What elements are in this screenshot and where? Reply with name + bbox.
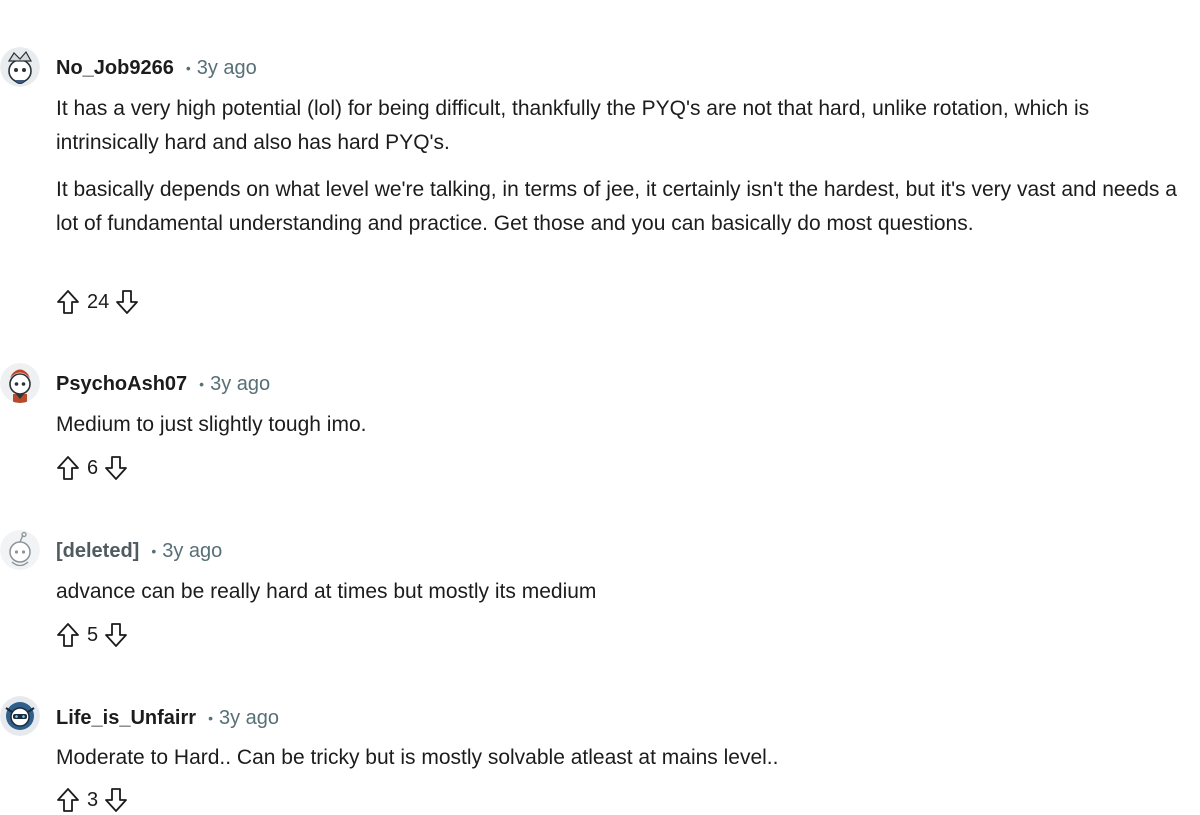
downvote-arrow-icon — [116, 290, 139, 314]
comment-body: Medium to just slightly tough imo. — [56, 408, 1191, 455]
downvote-button[interactable] — [104, 622, 128, 648]
timestamp[interactable]: 3y ago — [219, 707, 279, 730]
upvote-arrow-icon — [57, 788, 79, 812]
timestamp[interactable]: 3y ago — [210, 373, 270, 396]
vote-bar: 5 — [56, 620, 128, 650]
snoo-avatar-icon — [0, 696, 40, 736]
separator-dot: • — [199, 376, 205, 392]
vote-bar: 6 — [56, 453, 128, 483]
comment-body: It has a very high potential (lol) for b… — [56, 92, 1191, 254]
downvote-arrow-icon — [105, 456, 128, 480]
upvote-button[interactable] — [56, 622, 80, 648]
downvote-arrow-icon — [105, 788, 128, 812]
vote-count: 3 — [87, 788, 99, 811]
comment-paragraph: It basically depends on what level we're… — [56, 178, 1177, 235]
username[interactable]: No_Job9266 — [56, 57, 174, 80]
avatar[interactable] — [0, 47, 40, 87]
separator-dot: • — [151, 543, 157, 559]
comment-paragraph: Moderate to Hard.. Can be tricky but is … — [56, 746, 779, 769]
upvote-arrow-icon — [57, 456, 79, 480]
vote-bar: 24 — [56, 287, 139, 317]
downvote-arrow-icon — [105, 623, 128, 647]
timestamp[interactable]: 3y ago — [162, 540, 222, 563]
avatar[interactable] — [0, 696, 40, 736]
downvote-button[interactable] — [115, 289, 139, 315]
comment-paragraph: advance can be really hard at times but … — [56, 580, 597, 603]
upvote-arrow-icon — [57, 290, 79, 314]
vote-count: 6 — [87, 456, 99, 479]
vote-count: 5 — [87, 623, 99, 646]
username[interactable]: [deleted] — [56, 540, 139, 563]
vote-bar: 3 — [56, 785, 128, 815]
comment-body: advance can be really hard at times but … — [56, 575, 1191, 622]
separator-dot: • — [185, 60, 191, 76]
upvote-arrow-icon — [57, 623, 79, 647]
separator-dot: • — [208, 710, 213, 726]
snoo-avatar-icon — [0, 47, 40, 87]
upvote-button[interactable] — [56, 289, 80, 315]
username[interactable]: PsychoAsh07 — [56, 373, 187, 396]
comment-meta: Life_is_Unfairr • 3y ago — [56, 705, 279, 731]
username[interactable]: Life_is_Unfairr — [56, 707, 196, 730]
comment-meta: [deleted] • 3y ago — [56, 538, 222, 564]
avatar[interactable] — [0, 363, 40, 403]
comment-meta: No_Job9266 • 3y ago — [56, 55, 257, 81]
comment-paragraph: Medium to just slightly tough imo. — [56, 413, 367, 436]
comment-body: Moderate to Hard.. Can be tricky but is … — [56, 741, 1191, 788]
comment-paragraph: It has a very high potential (lol) for b… — [56, 97, 1090, 154]
snoo-avatar-icon — [0, 363, 40, 403]
comment-meta: PsychoAsh07 • 3y ago — [56, 371, 270, 397]
upvote-button[interactable] — [56, 787, 80, 813]
deleted-avatar-icon — [0, 530, 40, 570]
timestamp[interactable]: 3y ago — [197, 57, 257, 80]
vote-count: 24 — [87, 290, 110, 313]
avatar[interactable] — [0, 530, 40, 570]
downvote-button[interactable] — [104, 455, 128, 481]
downvote-button[interactable] — [104, 787, 128, 813]
upvote-button[interactable] — [56, 455, 80, 481]
